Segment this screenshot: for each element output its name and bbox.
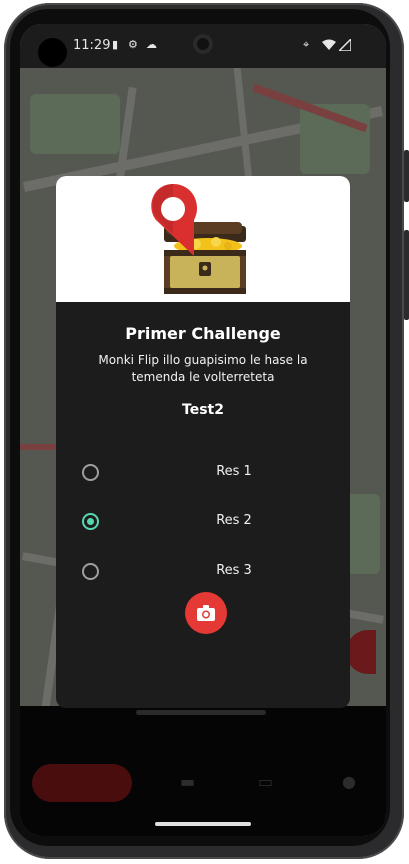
question-title: Test2 (182, 402, 224, 418)
sim-icon: ▮ (112, 38, 119, 51)
home-indicator[interactable] (155, 822, 251, 826)
location-icon: ⌖ (303, 38, 310, 51)
camera-button[interactable] (185, 592, 227, 634)
challenge-dialog: Primer Challenge Monki Flip illo guapisi… (56, 176, 350, 708)
status-time: 11:29 (73, 38, 111, 53)
camera-icon (197, 605, 215, 621)
nav-primary-button[interactable] (32, 764, 132, 802)
volume-button (404, 230, 409, 320)
challenge-description: Monki Flip illo guapisimo le hase la tem… (98, 353, 308, 384)
radio-button[interactable] (82, 464, 99, 481)
cloud-icon: ☁ (146, 38, 157, 51)
challenge-title: Primer Challenge (125, 324, 281, 343)
sheet-handle (136, 710, 266, 715)
signal-icon (339, 39, 351, 51)
answer-label: Res 1 (216, 464, 252, 479)
dialog-header (56, 176, 350, 302)
bottom-navigation: ▬ ▭ ● (20, 706, 386, 836)
answer-option[interactable]: Res 2 (76, 505, 330, 539)
radio-button-selected[interactable] (82, 513, 99, 530)
status-bar: 11:29 ▮ ⚙ ☁ ⌖ (20, 24, 386, 68)
front-camera (193, 34, 213, 54)
answer-option[interactable]: Res 1 (76, 456, 330, 490)
answer-option[interactable]: Res 3 (76, 555, 330, 589)
screen: 11:29 ▮ ⚙ ☁ ⌖ ▬ ▭ ● Primer Challenge Mon… (20, 24, 386, 836)
chat-icon[interactable]: ▬ (180, 772, 195, 791)
power-button (404, 150, 409, 202)
avatar (38, 38, 67, 67)
settings-icon: ⚙ (128, 38, 138, 51)
answer-label: Res 2 (216, 513, 252, 528)
map-fab-ghost (346, 630, 376, 674)
radio-button[interactable] (82, 563, 99, 580)
answer-label: Res 3 (216, 563, 252, 578)
treasure-map-icon (151, 184, 246, 294)
cart-icon[interactable]: ▭ (258, 772, 273, 791)
wifi-icon (322, 39, 336, 50)
profile-icon[interactable]: ● (342, 772, 356, 791)
